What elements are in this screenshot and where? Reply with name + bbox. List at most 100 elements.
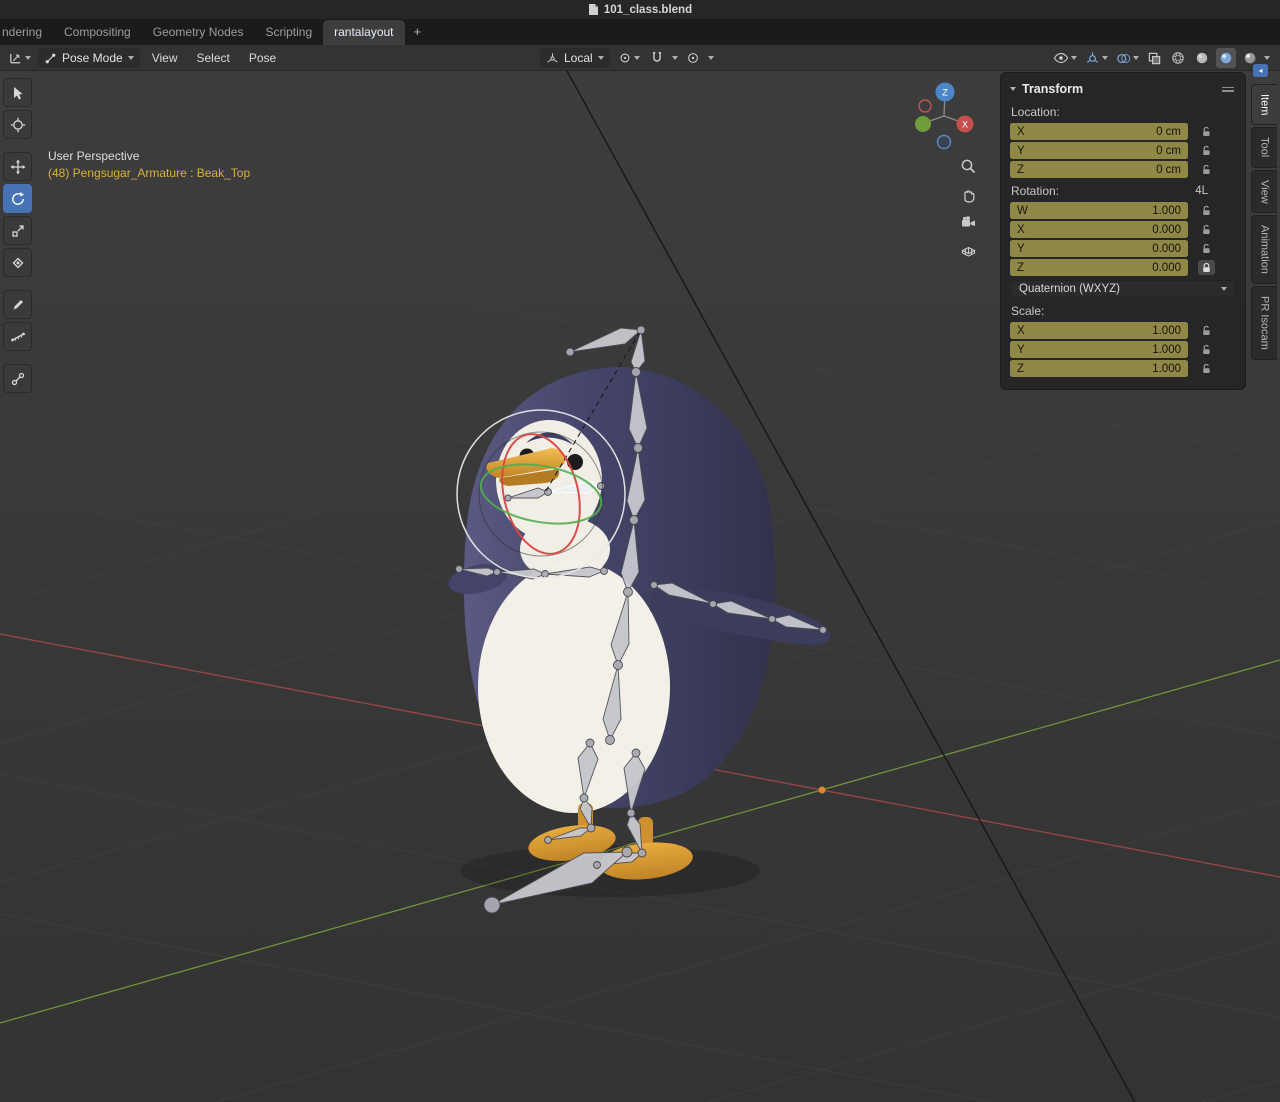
panel-title: Transform [1022, 82, 1084, 96]
proportional-edit-toggle[interactable] [684, 48, 702, 68]
shading-solid-button[interactable] [1192, 48, 1212, 68]
pivot-icon [620, 53, 630, 63]
solid-sphere-icon [1196, 52, 1208, 64]
scale-z-row: Z 1.000 [1010, 360, 1236, 377]
ortho-toggle-button[interactable] [956, 239, 980, 261]
pose-mode-icon [45, 53, 56, 63]
chevron-down-icon [1221, 287, 1227, 291]
sidebar-tab-animation[interactable]: Animation [1251, 215, 1277, 285]
tool-measure[interactable] [3, 322, 32, 351]
workspace-tab-geometry-nodes[interactable]: Geometry Nodes [142, 20, 255, 45]
tool-rotate[interactable] [3, 184, 32, 213]
rotation-mode-dropdown[interactable]: Quaternion (WXYZ) [1010, 280, 1236, 298]
location-x-field[interactable]: X 0 cm [1010, 123, 1188, 140]
snap-dropdown[interactable] [671, 56, 678, 60]
sidebar-expand-button[interactable]: ◂ [1253, 64, 1268, 77]
rotation-badge: 4L [1195, 185, 1208, 197]
gizmo-axis-y[interactable] [915, 116, 931, 132]
tool-scale[interactable] [3, 216, 32, 245]
toolbar [3, 78, 32, 393]
shading-dropdown[interactable] [1264, 56, 1270, 60]
zoom-button[interactable] [956, 155, 980, 177]
workspace-tab-rendering[interactable]: ndering [0, 20, 53, 45]
lock-location-x-icon[interactable] [1188, 126, 1224, 138]
object-visibility-dropdown[interactable] [1051, 48, 1079, 68]
lock-scale-x-icon[interactable] [1188, 325, 1224, 337]
lock-location-z-icon[interactable] [1188, 164, 1224, 176]
location-y-row: Y 0 cm [1010, 142, 1236, 159]
show-gizmo-toggle[interactable] [1083, 48, 1110, 68]
shading-material-button[interactable] [1216, 48, 1236, 68]
lock-scale-y-icon[interactable] [1188, 344, 1224, 356]
sidebar-tab-view[interactable]: View [1251, 169, 1277, 214]
rotation-z-field[interactable]: Z 0.000 [1010, 259, 1188, 276]
location-y-field[interactable]: Y 0 cm [1010, 142, 1188, 159]
tool-transform[interactable] [3, 248, 32, 277]
show-overlays-toggle[interactable] [1114, 48, 1141, 68]
xray-toggle[interactable] [1145, 48, 1164, 68]
location-z-field[interactable]: Z 0 cm [1010, 161, 1188, 178]
camera-view-button[interactable] [956, 211, 980, 233]
pan-button[interactable] [956, 183, 980, 205]
navigation-gizmo[interactable]: Z X [908, 80, 982, 159]
chevron-down-icon [1071, 56, 1077, 60]
menu-select[interactable]: Select [190, 51, 237, 65]
mode-dropdown[interactable]: Pose Mode [38, 48, 140, 68]
proportional-edit-icon [687, 53, 698, 63]
pivot-point-dropdown[interactable] [616, 48, 642, 68]
eye-icon [1053, 53, 1069, 63]
panel-collapse-chevron[interactable] [1010, 87, 1016, 91]
window-title: 101_class.blend [603, 3, 693, 16]
chevron-down-icon [597, 56, 604, 60]
sidebar-tab-pr-isocam[interactable]: PR Isocam [1251, 286, 1277, 360]
location-label: Location: [1011, 105, 1060, 119]
root-bone-tip [483, 896, 501, 914]
editor-type-selector[interactable] [6, 48, 33, 68]
scale-x-row: X 1.000 [1010, 322, 1236, 339]
scale-z-field[interactable]: Z 1.000 [1010, 360, 1188, 377]
rotation-label-row: Rotation: 4L [1011, 184, 1236, 198]
rotation-w-row: W 1.000 [1010, 202, 1236, 219]
workspace-tab-rantalayout[interactable]: rantalayout [323, 20, 405, 45]
tool-select-box[interactable] [3, 78, 32, 107]
rendered-sphere-icon [1244, 52, 1256, 64]
workspace-tab-scripting[interactable]: Scripting [254, 20, 323, 45]
tool-cursor[interactable] [3, 110, 32, 139]
location-x-row: X 0 cm [1010, 123, 1236, 140]
lock-rotation-x-icon[interactable] [1188, 224, 1224, 236]
rotation-z-row: Z 0.000 [1010, 259, 1236, 276]
menu-view[interactable]: View [145, 51, 185, 65]
lock-rotation-z-icon-locked[interactable] [1188, 260, 1224, 275]
menu-pose[interactable]: Pose [242, 51, 283, 65]
snap-toggle[interactable] [648, 48, 666, 68]
sidebar-tabs: Item Tool View Animation PR Isocam [1251, 84, 1277, 362]
lock-rotation-y-icon[interactable] [1188, 243, 1224, 255]
workspace-tab-compositing[interactable]: Compositing [53, 20, 142, 45]
tool-move[interactable] [3, 152, 32, 181]
rotation-y-field[interactable]: Y 0.000 [1010, 240, 1188, 257]
shading-wireframe-button[interactable] [1168, 48, 1188, 68]
view-perspective-label: User Perspective [48, 149, 140, 163]
tool-pose-breakdowner[interactable] [3, 364, 32, 393]
scale-y-row: Y 1.000 [1010, 341, 1236, 358]
orientation-label: Local [564, 51, 593, 65]
lock-location-y-icon[interactable] [1188, 145, 1224, 157]
view-controls [956, 155, 980, 261]
rotation-label: Rotation: [1011, 184, 1060, 198]
panel-drag-handle[interactable] [1222, 86, 1234, 92]
scale-y-field[interactable]: Y 1.000 [1010, 341, 1188, 358]
tool-annotate[interactable] [3, 290, 32, 319]
rotation-x-field[interactable]: X 0.000 [1010, 221, 1188, 238]
lock-rotation-w-icon[interactable] [1188, 205, 1224, 217]
scale-x-field[interactable]: X 1.000 [1010, 322, 1188, 339]
viewport-editor-icon [10, 53, 21, 63]
add-workspace-button[interactable]: + [405, 19, 431, 45]
sidebar-tab-tool[interactable]: Tool [1251, 127, 1277, 168]
chevron-down-icon [633, 56, 640, 60]
rotation-w-field[interactable]: W 1.000 [1010, 202, 1188, 219]
proportional-edit-dropdown[interactable] [707, 56, 714, 60]
sidebar-tab-item[interactable]: Item [1251, 84, 1277, 126]
lock-scale-z-icon[interactable] [1188, 363, 1224, 375]
xray-icon [1148, 52, 1161, 64]
transform-orientation-dropdown[interactable]: Local [540, 48, 610, 68]
